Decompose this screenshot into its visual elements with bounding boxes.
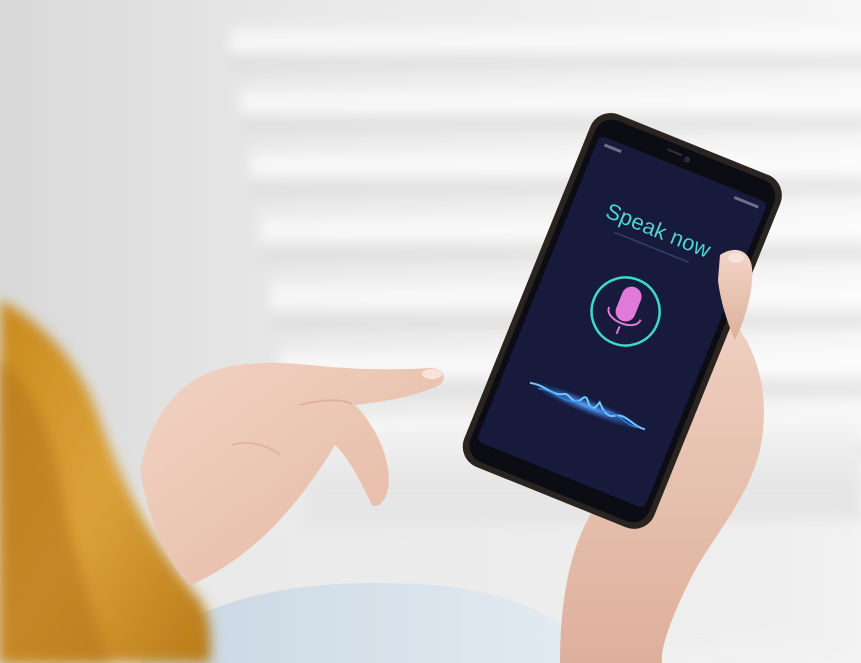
photo-canvas: Speak now	[0, 0, 861, 663]
fingernail	[422, 369, 442, 379]
thumbnail	[728, 253, 744, 263]
voice-assistant-photo: Speak now	[0, 0, 861, 663]
